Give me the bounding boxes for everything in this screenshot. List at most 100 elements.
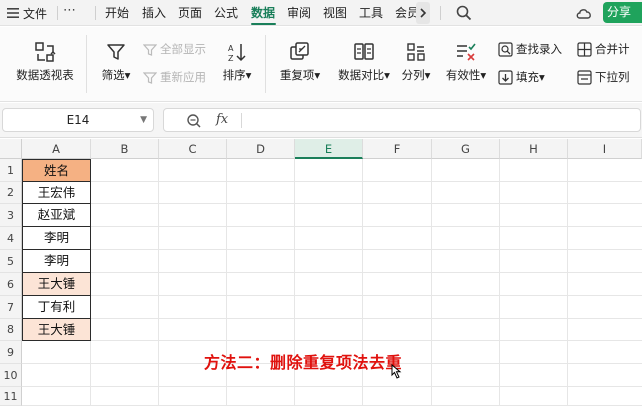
column-header-a[interactable]: A [22,139,91,159]
row-header-1[interactable]: 1 [0,159,22,182]
duplicates-icon [290,42,309,60]
name-cell[interactable]: 王大锤 [22,273,91,296]
column-header-b[interactable]: B [91,139,159,159]
row-header-5[interactable]: 5 [0,250,22,273]
sort-dropdown-icon: ▾ [245,68,252,82]
duplicates-dropdown-icon: ▾ [314,68,321,82]
column-header-c[interactable]: C [159,139,227,159]
name-cell[interactable]: 丁有利 [22,296,91,319]
tab-formula[interactable]: 公式 [214,4,238,21]
menu-separator [95,6,96,20]
active-tab-indicator [251,23,276,25]
merge-calc-label: 合并计 [595,42,630,56]
formula-bar-row: E14 ▼ fx [0,103,642,138]
pivot-table-label: 数据透视表 [16,68,74,82]
fx-icon[interactable]: fx [216,112,228,127]
row-header-8[interactable]: 8 [0,319,22,341]
show-all-button[interactable]: 全部显示 [142,40,206,58]
column-header-g[interactable]: G [432,139,500,159]
reapply-button[interactable]: 重新应用 [142,68,206,86]
dropdown-list-button[interactable]: 下拉列 [577,68,630,86]
name-box-dropdown-icon[interactable]: ▼ [140,109,147,131]
reapply-label: 重新应用 [160,70,206,84]
find-entry-button[interactable]: 查找录入 [498,40,562,58]
row-gridline [22,295,642,296]
pivot-table-icon [35,42,56,62]
filter-button[interactable]: 筛选▾ [96,41,136,83]
data-compare-dropdown-icon: ▾ [384,68,390,82]
share-button[interactable]: 分享 [603,2,642,23]
more-menu-icon[interactable]: ⋯ [63,3,77,18]
merge-calc-button[interactable]: 合并计 [577,40,630,58]
ribbon-separator [265,35,266,93]
tab-home[interactable]: 开始 [105,4,129,21]
search-icon[interactable] [455,4,473,22]
row-header-11[interactable]: 11 [0,387,22,406]
formula-input[interactable]: fx [163,108,641,132]
column-header-d[interactable]: D [227,139,295,159]
fill-button[interactable]: 填充▾ [498,68,545,86]
row-header-2[interactable]: 2 [0,182,22,204]
tab-data[interactable]: 数据 [251,4,275,21]
name-cell[interactable]: 李明 [22,250,91,273]
sort-button[interactable]: A Z 排序▾ [218,41,256,83]
row-gridline [22,272,642,273]
tabs-scroll-right-button[interactable] [416,2,430,24]
row-header-10[interactable]: 10 [0,364,22,387]
cloud-sync-icon[interactable] [575,5,593,21]
share-button-label: 分享 [607,5,632,19]
validity-button[interactable]: 有效性▾ [442,41,490,83]
menu-separator [57,6,58,20]
fill-icon [498,70,513,85]
row-header-9[interactable]: 9 [0,341,22,364]
zoom-icon[interactable] [186,113,202,129]
data-compare-icon [354,43,374,60]
row-gridline [22,340,642,341]
name-cell[interactable]: 赵亚斌 [22,204,91,227]
column-header-e[interactable]: E [295,139,363,159]
tab-view[interactable]: 视图 [323,4,347,21]
app-menu-icon[interactable] [5,5,21,21]
split-columns-dropdown-icon: ▾ [424,68,431,82]
find-entry-label: 查找录入 [516,42,562,56]
data-compare-button[interactable]: 数据对比▾ [331,41,397,83]
row-gridline [22,249,642,250]
row-header-3[interactable]: 3 [0,204,22,227]
file-menu[interactable]: 文件 [23,5,47,22]
column-gridline [158,159,159,406]
spreadsheet-grid[interactable]: ABCDEFGHI 1 2 3 4 5 6 7 8 9 10 11 姓名 王宏伟 赵亚斌 李明 李明 王大锤丁… [0,139,642,406]
menu-separator [440,6,441,20]
pivot-table-button[interactable]: 数据透视表 [14,41,76,83]
tab-review[interactable]: 审阅 [287,4,311,21]
row-gridline [22,318,642,319]
column-header-f[interactable]: F [363,139,432,159]
row-header-4[interactable]: 4 [0,227,22,250]
row-gridline [22,203,642,204]
name-cell[interactable]: 王宏伟 [22,182,91,204]
tab-insert[interactable]: 插入 [142,4,166,21]
name-cell[interactable]: 李明 [22,227,91,250]
tab-tools[interactable]: 工具 [359,4,383,21]
tutorial-caption: 方法二：删除重复项法去重 [204,353,403,372]
column-header-i[interactable]: I [568,139,642,159]
dropdown-list-icon [577,70,592,85]
move-cursor-icon [391,363,402,379]
split-columns-button[interactable]: 分列▾ [396,41,436,83]
select-all-corner[interactable] [0,139,22,159]
row-header-7[interactable]: 7 [0,296,22,319]
menu-bar: 文件 ⋯ 开始 插入 页面 公式 数据 审阅 视图 工具 会员 分享 [0,0,642,26]
duplicates-button[interactable]: 重复项▾ [272,41,328,83]
row-header-6[interactable]: 6 [0,273,22,296]
name-cell[interactable]: 王大锤 [22,319,91,341]
name-box[interactable]: E14 ▼ [2,108,154,132]
split-columns-label: 分列 [401,68,425,82]
validity-label: 有效性 [445,68,481,82]
validity-dropdown-icon: ▾ [480,68,487,82]
dropdown-list-label: 下拉列 [595,70,630,84]
column-header-h[interactable]: H [500,139,568,159]
column-a-header-cell[interactable]: 姓名 [22,159,91,182]
ribbon-toolbar: 数据透视表 筛选▾ 全部显示 重新应用 A Z 排序▾ 重复项▾ 数据对比▾ 分… [0,27,642,102]
fill-label: 填充 [516,70,539,84]
tab-page[interactable]: 页面 [178,4,202,21]
column-gridline [567,159,568,406]
